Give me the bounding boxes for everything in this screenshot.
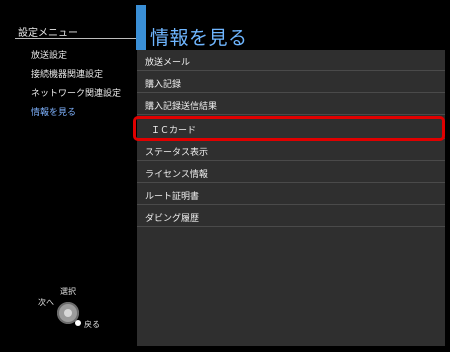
menu-item-dubbing-history[interactable]: ダビング履歴	[137, 206, 445, 227]
menu-item-license-info[interactable]: ライセンス情報	[137, 162, 445, 183]
sidebar-title: 設定メニュー	[18, 28, 78, 39]
select-guide-label: 選択	[60, 287, 76, 296]
menu-item-label: ダビング履歴	[145, 214, 200, 224]
back-button-icon	[75, 320, 81, 326]
menu-item-purchase-send-result[interactable]: 購入記録送信結果	[137, 94, 445, 115]
page-title: 情報を見る	[150, 27, 248, 49]
sidebar-item-broadcast-settings[interactable]: 放送設定	[31, 48, 67, 61]
menu-item-status-display[interactable]: ステータス表示	[137, 140, 445, 161]
next-guide-label: 次へ	[38, 298, 54, 307]
menu-item-label: 購入記録	[145, 80, 182, 90]
menu-item-label: ステータス表示	[145, 148, 209, 158]
sidebar-item-network-settings[interactable]: ネットワーク関連設定	[31, 86, 121, 99]
panel-accent-bar	[136, 5, 146, 50]
sidebar-item-connected-device-settings[interactable]: 接続機器関連設定	[31, 67, 103, 80]
menu-item-label: 購入記録送信結果	[145, 102, 218, 112]
info-menu-panel: 放送メール 購入記録 購入記録送信結果 ＩＣカード ステータス表示 ライセンス情…	[137, 50, 445, 346]
menu-item-broadcast-mail[interactable]: 放送メール	[137, 50, 445, 71]
back-guide-label: 戻る	[84, 320, 100, 329]
menu-item-root-certificate[interactable]: ルート証明書	[137, 184, 445, 205]
ic-card-highlight-frame	[133, 116, 445, 141]
menu-item-label: ルート証明書	[145, 192, 200, 202]
sidebar-item-view-info[interactable]: 情報を見る	[31, 105, 76, 118]
menu-item-purchase-records[interactable]: 購入記録	[137, 72, 445, 93]
menu-item-label: ライセンス情報	[145, 170, 208, 180]
menu-item-label: 放送メール	[145, 58, 191, 68]
dpad-center-icon	[64, 309, 72, 317]
sidebar-divider	[15, 38, 145, 39]
